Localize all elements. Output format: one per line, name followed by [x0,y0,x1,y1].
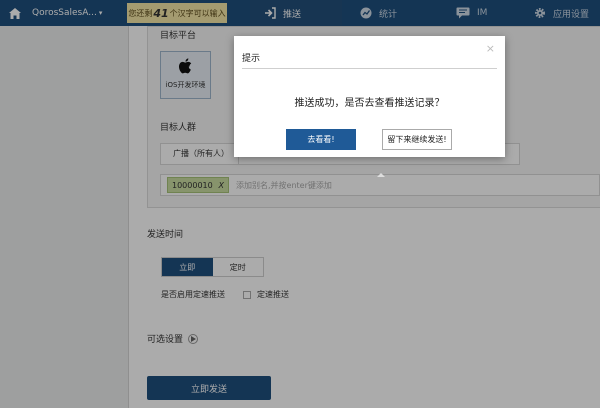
push-success-dialog: 提示 × 推送成功，是否去查看推送记录？ 去看看! 留下来继续发送! [234,36,505,157]
continue-sending-button[interactable]: 留下来继续发送! [382,129,452,150]
close-icon[interactable]: × [486,42,495,55]
dialog-message: 推送成功，是否去查看推送记录？ [294,98,445,109]
dialog-divider [242,68,497,69]
modal-pointer [377,173,385,177]
dialog-title: 提示 [242,54,261,64]
view-records-button[interactable]: 去看看! [286,129,356,150]
